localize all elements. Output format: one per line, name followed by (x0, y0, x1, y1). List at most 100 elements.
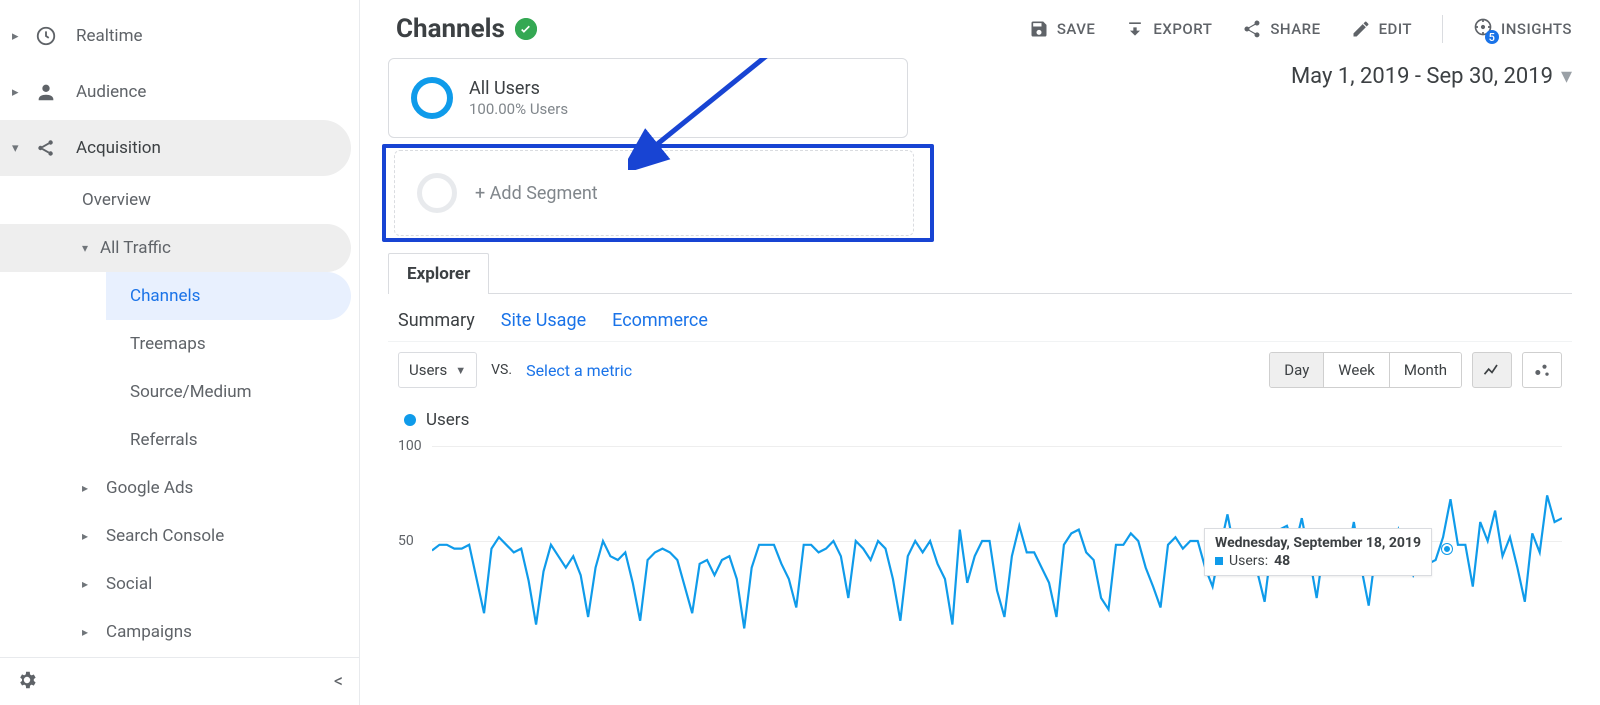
vs-label: VS. (491, 362, 512, 378)
segment-ring-icon (411, 77, 453, 119)
sidebar-subgroup-search-console[interactable]: ▸ Search Console (82, 512, 351, 560)
sidebar-subgroup-label: Search Console (106, 526, 224, 546)
sidebar-item-overview[interactable]: Overview (82, 176, 351, 224)
sidebar-label: Audience (76, 82, 146, 102)
insights-icon: 5 (1473, 17, 1493, 41)
chevron-down-icon: ▾ (82, 241, 100, 255)
edit-button[interactable]: EDIT (1351, 19, 1412, 39)
chart-controls-right: Day Week Month (1269, 352, 1562, 388)
chart-type-line-toggle[interactable] (1472, 352, 1512, 388)
chart: Users 100 50 Wednesday, September 18, 20… (388, 402, 1572, 636)
sidebar-item-referrals[interactable]: Referrals (106, 416, 351, 464)
tool-label: INSIGHTS (1501, 20, 1572, 38)
content: All Users 100.00% Users May 1, 2019 - Se… (360, 58, 1600, 705)
sidebar-section-realtime[interactable]: ▸ Realtime (0, 8, 351, 64)
chevron-right-icon: ▸ (12, 85, 32, 100)
annotation-arrow (628, 58, 858, 170)
add-segment-label: + Add Segment (475, 183, 598, 204)
subtab-summary[interactable]: Summary (398, 310, 475, 331)
granularity-month[interactable]: Month (1390, 353, 1461, 387)
chevron-down-icon: ▾ (12, 141, 32, 156)
sidebar-section-acquisition[interactable]: ▾ Acquisition (0, 120, 351, 176)
page-title-text: Channels (396, 14, 505, 44)
clock-icon (34, 24, 58, 48)
tab-explorer[interactable]: Explorer (388, 253, 489, 294)
tool-label: EXPORT (1153, 20, 1212, 38)
nav: ▸ Realtime ▸ Audience ▾ Acquisition (0, 0, 359, 657)
y-tick-100: 100 (398, 438, 422, 454)
sidebar-item-channels[interactable]: Channels (106, 272, 351, 320)
tooltip-value: 48 (1274, 553, 1290, 569)
sidebar-item-label: Referrals (130, 430, 198, 450)
subtab-ecommerce[interactable]: Ecommerce (612, 310, 708, 331)
granularity-day[interactable]: Day (1270, 353, 1324, 387)
chart-tooltip: Wednesday, September 18, 2019 Users: 48 (1204, 528, 1432, 576)
verified-shield-icon (515, 18, 537, 40)
collapse-sidebar-icon[interactable]: < (334, 671, 343, 692)
chart-hover-point (1442, 544, 1452, 554)
chevron-right-icon: ▸ (82, 625, 100, 639)
sidebar-subgroup-all-traffic[interactable]: ▾ All Traffic (0, 224, 351, 272)
report-tabs: Explorer (388, 252, 1572, 294)
sidebar-footer: < (0, 657, 359, 705)
header-actions: SAVE EXPORT SHARE EDIT (1029, 15, 1572, 43)
date-range-text: May 1, 2019 - Sep 30, 2019 (1291, 64, 1553, 89)
explorer-subtabs: Summary Site Usage Ecommerce (388, 294, 1572, 341)
granularity-toggle: Day Week Month (1269, 352, 1462, 388)
granularity-week[interactable]: Week (1324, 353, 1390, 387)
sidebar-label: Acquisition (76, 138, 161, 158)
sidebar-item-label: Channels (130, 286, 200, 306)
sidebar-subgroup-social[interactable]: ▸ Social (82, 560, 351, 608)
tool-label: SAVE (1057, 20, 1096, 38)
sidebar-label: Realtime (76, 26, 143, 46)
add-segment-container: + Add Segment (388, 150, 928, 236)
sidebar: ▸ Realtime ▸ Audience ▾ Acquisition (0, 0, 360, 705)
sidebar-subgroup-google-ads[interactable]: ▸ Google Ads (82, 464, 351, 512)
tooltip-metric-label: Users: (1229, 553, 1268, 569)
segment-subtitle: 100.00% Users (469, 100, 568, 118)
tab-label: Explorer (407, 264, 470, 284)
metric-bar: Users ▼ VS. Select a metric Day Week Mon… (388, 341, 1572, 398)
share-nodes-icon (34, 136, 58, 160)
chart-canvas[interactable]: 100 50 Wednesday, September 18, 2019 Use… (398, 436, 1562, 636)
compare-metric-link[interactable]: Select a metric (526, 361, 632, 380)
segments-row: All Users 100.00% Users May 1, 2019 - Se… (388, 58, 1572, 138)
y-tick-50: 50 (398, 533, 414, 549)
chart-type-motion-toggle[interactable] (1522, 352, 1562, 388)
tool-label: EDIT (1379, 20, 1412, 38)
chevron-down-icon: ▼ (455, 364, 466, 377)
sidebar-subgroup-label: Social (106, 574, 152, 594)
insights-button[interactable]: 5 INSIGHTS (1473, 17, 1572, 41)
share-button[interactable]: SHARE (1242, 19, 1320, 39)
date-range-picker[interactable]: May 1, 2019 - Sep 30, 2019 ▾ (1291, 58, 1572, 89)
chevron-right-icon: ▸ (12, 29, 32, 44)
export-button[interactable]: EXPORT (1125, 19, 1212, 39)
sidebar-subgroup-label: Campaigns (106, 622, 192, 642)
sidebar-section-audience[interactable]: ▸ Audience (0, 64, 351, 120)
sidebar-item-treemaps[interactable]: Treemaps (106, 320, 351, 368)
divider (1442, 15, 1443, 43)
legend-label: Users (426, 410, 469, 430)
primary-metric-select[interactable]: Users ▼ (398, 352, 477, 388)
sidebar-item-label: Treemaps (130, 334, 206, 354)
chart-legend: Users (404, 410, 1562, 430)
sidebar-item-source-medium[interactable]: Source/Medium (106, 368, 351, 416)
placeholder-ring-icon (417, 173, 457, 213)
chevron-right-icon: ▸ (82, 481, 100, 495)
sidebar-subgroup-label: Google Ads (106, 478, 193, 498)
save-button[interactable]: SAVE (1029, 19, 1096, 39)
sidebar-subgroup-label: All Traffic (100, 238, 171, 258)
gear-icon[interactable] (16, 669, 38, 695)
tool-label: SHARE (1270, 20, 1320, 38)
legend-dot-icon (404, 414, 416, 426)
main: Channels SAVE EXPORT SHARE (360, 0, 1600, 705)
sidebar-item-label: Overview (82, 190, 151, 210)
chevron-down-icon: ▾ (1561, 64, 1572, 89)
subtab-site-usage[interactable]: Site Usage (501, 310, 586, 331)
sidebar-subgroup-campaigns[interactable]: ▸ Campaigns (82, 608, 351, 656)
person-icon (34, 80, 58, 104)
segment-title: All Users (469, 78, 568, 100)
insights-count-badge: 5 (1485, 30, 1499, 44)
tooltip-date: Wednesday, September 18, 2019 (1215, 535, 1421, 551)
chevron-right-icon: ▸ (82, 529, 100, 543)
